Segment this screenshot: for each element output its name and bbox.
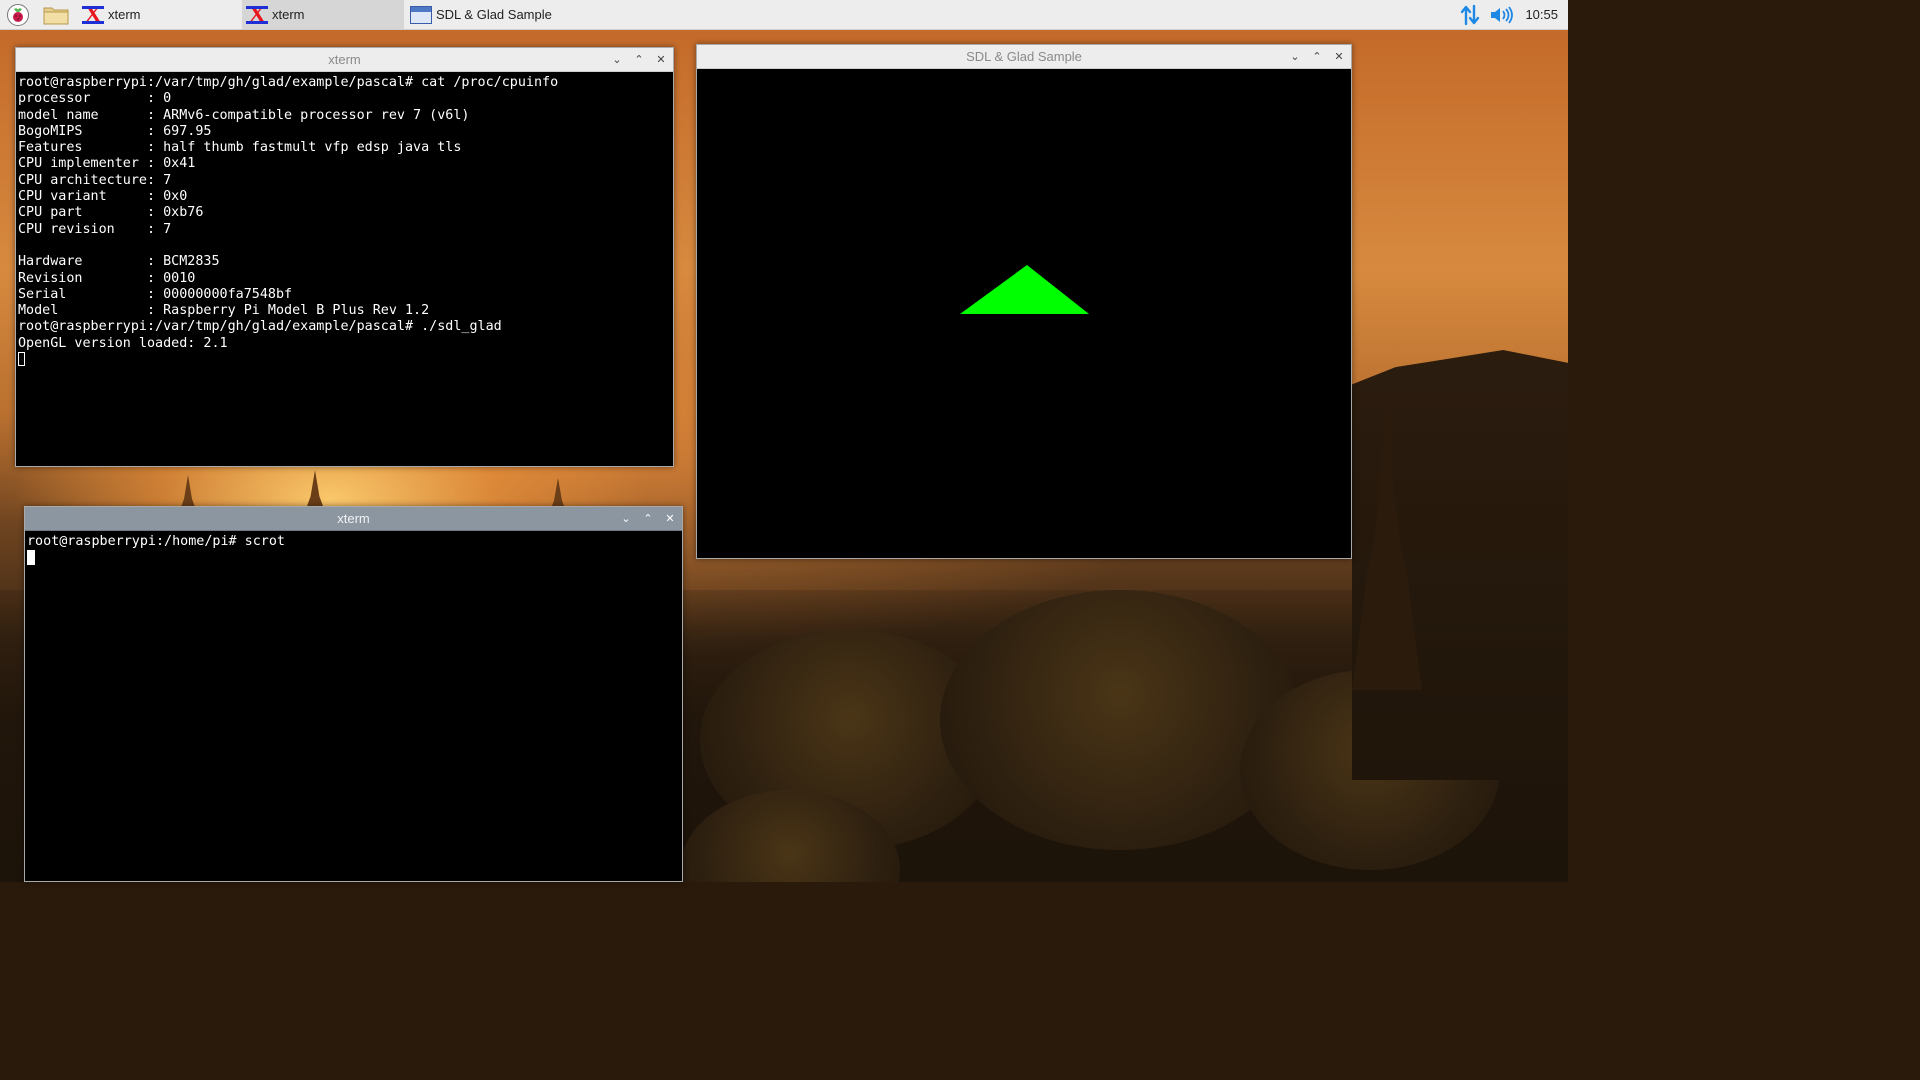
green-triangle [960,265,1089,314]
terminal-cursor [18,352,25,367]
maximize-button[interactable]: ⌃ [642,513,654,525]
wallpaper-tree [940,590,1300,850]
terminal-line: root@raspberrypi:/var/tmp/gh/glad/exampl… [18,75,559,90]
minimize-button[interactable]: ⌄ [1289,51,1301,63]
xterm-window-bottom[interactable]: xterm ⌄ ⌃ ✕ root@raspberrypi:/home/pi# s… [24,506,683,882]
terminal-line: CPU architecture: 7 [18,172,172,188]
terminal-line: BogoMIPS : 697.95 [18,123,212,139]
taskbar-task-label: xterm [272,7,305,22]
window-title: SDL & Glad Sample [966,49,1082,64]
maximize-button[interactable]: ⌃ [633,54,645,66]
taskbar-task-label: SDL & Glad Sample [436,7,552,22]
taskbar-task-sdl[interactable]: SDL & Glad Sample [406,0,568,29]
terminal-line: Serial : 00000000fa7548bf [18,286,293,302]
network-transfer-icon[interactable] [1458,3,1482,27]
close-button[interactable]: ✕ [1333,51,1345,63]
terminal-line: Revision : 0010 [18,270,196,286]
window-titlebar[interactable]: xterm ⌄ ⌃ ✕ [16,48,673,72]
minimize-button[interactable]: ⌄ [620,513,632,525]
terminal-line: processor : 0 [18,91,172,107]
terminal-line: Features : half thumb fastmult vfp edsp … [18,140,462,156]
terminal-line: CPU variant : 0x0 [18,189,188,205]
window-titlebar[interactable]: SDL & Glad Sample ⌄ ⌃ ✕ [697,45,1351,69]
terminal-line: Model : Raspberry Pi Model B Plus Rev 1.… [18,303,430,319]
terminal-line: OpenGL version loaded: 2.1 [18,335,228,351]
raspberry-icon[interactable] [6,3,30,27]
close-button[interactable]: ✕ [664,513,676,525]
window-title: xterm [337,511,370,526]
terminal-output[interactable]: root@raspberrypi:/var/tmp/gh/glad/exampl… [16,72,673,368]
terminal-cursor [27,550,35,566]
xterm-icon: X [246,3,268,27]
taskbar: X xterm X xterm SDL & Glad Sample 10:55 [0,0,1568,30]
window-icon [410,5,432,24]
terminal-line: CPU revision : 7 [18,221,172,237]
terminal-line: model name : ARMv6-compatible processor … [18,107,470,123]
close-button[interactable]: ✕ [655,54,667,66]
xterm-window-top[interactable]: xterm ⌄ ⌃ ✕ root@raspberrypi:/var/tmp/gh… [15,47,674,467]
terminal-line: CPU part : 0xb76 [18,205,204,221]
window-titlebar[interactable]: xterm ⌄ ⌃ ✕ [25,507,682,531]
xterm-icon: X [82,3,104,27]
clock[interactable]: 10:55 [1525,7,1558,22]
sdl-glad-window[interactable]: SDL & Glad Sample ⌄ ⌃ ✕ [696,44,1352,559]
terminal-line: Hardware : BCM2835 [18,254,220,270]
taskbar-task-xterm[interactable]: X xterm [242,0,404,29]
volume-icon[interactable] [1489,3,1513,27]
folder-icon[interactable] [42,3,70,27]
taskbar-task-xterm[interactable]: X xterm [78,0,240,29]
terminal-line: root@raspberrypi:/var/tmp/gh/glad/exampl… [18,319,502,335]
minimize-button[interactable]: ⌄ [611,54,623,66]
terminal-line: CPU implementer : 0x41 [18,156,196,172]
maximize-button[interactable]: ⌃ [1311,51,1323,63]
window-title: xterm [328,52,361,67]
terminal-output[interactable]: root@raspberrypi:/home/pi# scrot [25,531,682,568]
gl-canvas[interactable] [697,69,1351,558]
taskbar-task-label: xterm [108,7,141,22]
terminal-line: root@raspberrypi:/home/pi# scrot [27,534,285,549]
